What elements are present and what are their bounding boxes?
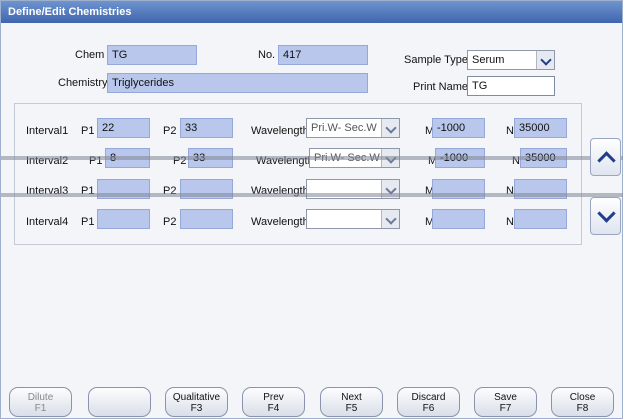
button-label: Discard	[411, 392, 446, 403]
wavelength-select[interactable]: Pri.W- Sec.W	[306, 118, 400, 138]
m-field[interactable]	[432, 209, 485, 229]
chevron-down-icon	[385, 213, 397, 225]
next-button[interactable]: Next F5	[320, 387, 383, 417]
print-name-label: Print Name	[413, 81, 469, 93]
wavelength-select[interactable]	[306, 209, 400, 229]
button-label: Save	[494, 392, 517, 403]
scroll-down-button[interactable]	[590, 197, 621, 235]
wavelength-dropdown-button[interactable]	[381, 119, 399, 137]
button-key: F5	[345, 403, 358, 414]
n-label: N	[506, 125, 514, 137]
button-key: F7	[499, 403, 512, 414]
window-title: Define/Edit Chemistries	[1, 1, 622, 23]
chemistry-label: Chemistry	[58, 77, 108, 89]
chevron-down-icon	[540, 54, 552, 66]
button-key: F4	[267, 403, 280, 414]
button-label: Prev	[263, 392, 284, 403]
chevron-down-icon	[597, 204, 616, 223]
wavelength-dropdown-button[interactable]	[381, 210, 399, 228]
chevron-up-icon	[597, 151, 616, 170]
define-edit-chemistries-window: Define/Edit Chemistries Chem TG No. 417 …	[0, 0, 623, 419]
render-artifact-bar	[1, 156, 623, 160]
button-label: Next	[341, 392, 362, 403]
dilute-button[interactable]: Dilute F1	[9, 387, 72, 417]
chem-label: Chem	[75, 49, 105, 61]
button-label: Dilute	[27, 392, 54, 403]
save-button[interactable]: Save F7	[474, 387, 537, 417]
sample-type-dropdown-button[interactable]	[536, 51, 554, 69]
interval-label: Interval4	[26, 216, 69, 228]
render-artifact-bar	[1, 193, 623, 197]
m-field[interactable]: -1000	[432, 118, 485, 138]
n-label: N	[506, 216, 514, 228]
discard-button[interactable]: Discard F6	[397, 387, 460, 417]
p1-field[interactable]	[97, 209, 150, 229]
n-field[interactable]: 35000	[514, 118, 567, 138]
button-label: Close	[569, 392, 596, 403]
wavelength-label: Wavelength	[251, 125, 309, 137]
close-button[interactable]: Close F8	[551, 387, 614, 417]
button-key: F6	[422, 403, 435, 414]
button-key: F8	[576, 403, 589, 414]
chem-field[interactable]: TG	[107, 45, 197, 65]
prev-button[interactable]: Prev F4	[242, 387, 305, 417]
scroll-up-button[interactable]	[590, 138, 621, 176]
n-field[interactable]	[514, 209, 567, 229]
sample-type-label: Sample Type	[404, 54, 469, 66]
print-name-field[interactable]: TG	[467, 76, 555, 96]
no-label: No.	[258, 49, 276, 61]
sample-type-select[interactable]: Serum	[467, 50, 555, 70]
p1-label: P1	[81, 216, 95, 228]
p1-field[interactable]: 22	[97, 118, 150, 138]
sample-type-value: Serum	[472, 54, 505, 66]
no-field[interactable]: 417	[278, 45, 368, 65]
p2-label: P2	[163, 125, 177, 137]
p2-label: P2	[163, 216, 177, 228]
blank-f2-button[interactable]	[88, 387, 151, 417]
p2-field[interactable]	[180, 209, 233, 229]
p1-label: P1	[81, 125, 95, 137]
chemistry-field[interactable]: Triglycerides	[107, 73, 368, 93]
interval-label: Interval1	[26, 125, 69, 137]
qualitative-button[interactable]: Qualitative F3	[165, 387, 228, 417]
wavelength-label: Wavelength	[251, 216, 309, 228]
chevron-down-icon	[385, 122, 397, 134]
button-label: Qualitative	[172, 392, 221, 403]
p2-field[interactable]: 33	[180, 118, 233, 138]
button-key: F3	[190, 403, 203, 414]
wavelength-value: Pri.W- Sec.W	[311, 122, 377, 134]
button-key: F1	[34, 403, 47, 414]
